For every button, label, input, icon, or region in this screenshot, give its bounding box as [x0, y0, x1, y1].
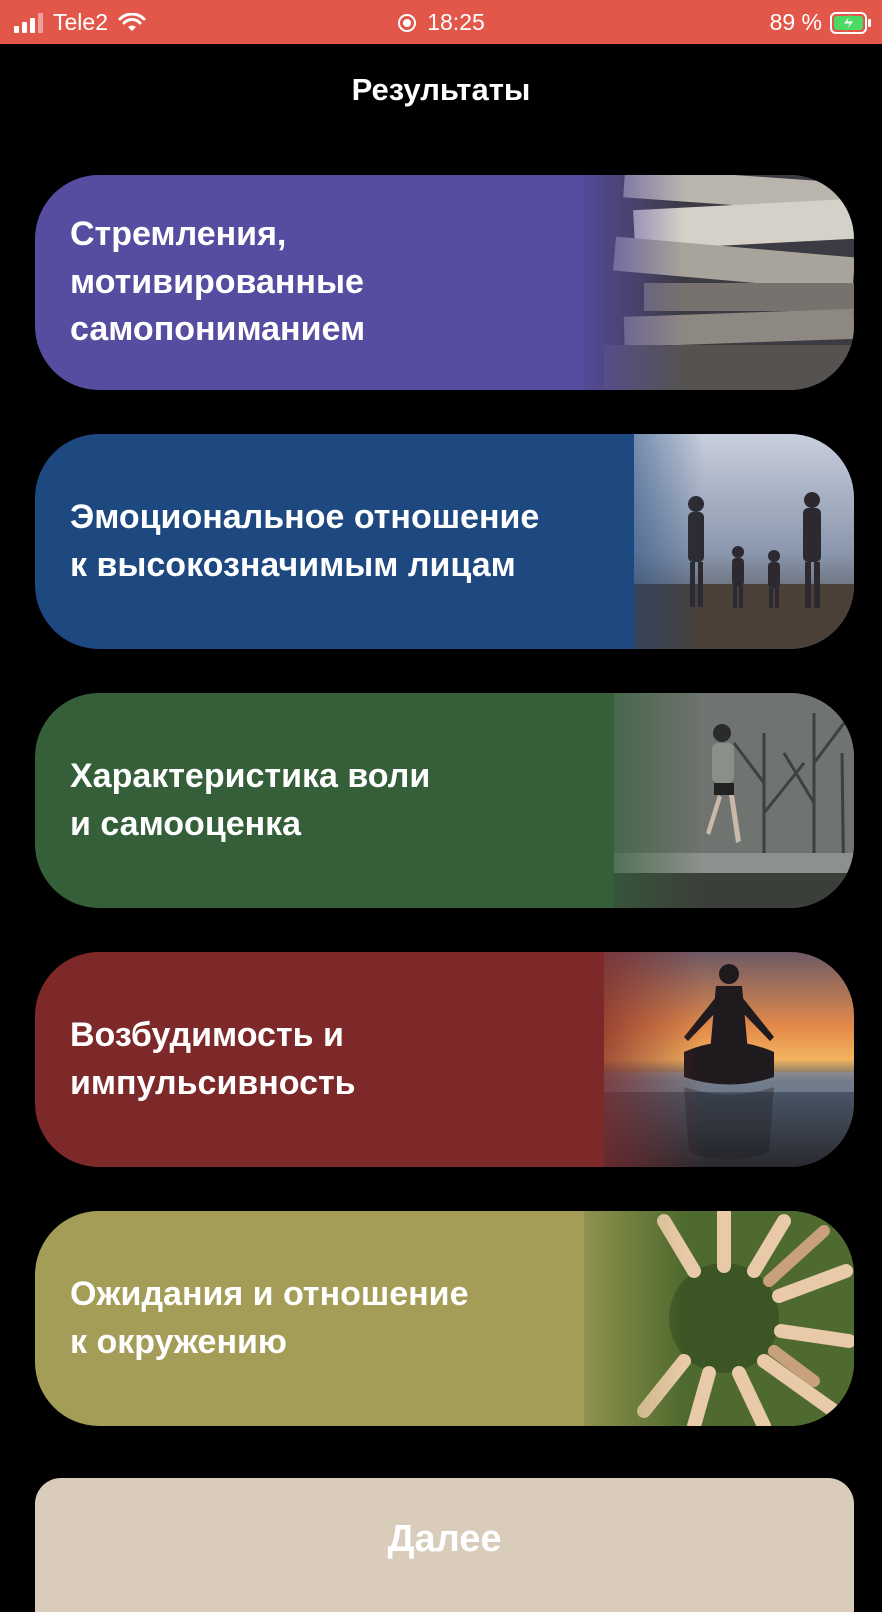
status-bar: Tele2 18:25 89 % — [0, 0, 882, 44]
result-card-emotional-relations[interactable]: Эмоциональное отношение к высокозначимым… — [35, 434, 854, 649]
result-card-expectations[interactable]: Ожидания и отношение к окружению — [35, 1211, 854, 1426]
card-label: Характеристика воли и самооценка — [70, 756, 431, 843]
card-label: Стремления, мотивированные самопонимание… — [70, 215, 366, 349]
result-card-aspirations[interactable]: Стремления, мотивированные самопонимание… — [35, 175, 854, 390]
clock: 18:25 — [427, 9, 485, 35]
next-button[interactable]: Далее — [35, 1478, 854, 1612]
battery-percent: 89 % — [769, 9, 822, 35]
card-label: Эмоциональное отношение к высокозначимым… — [70, 497, 540, 584]
page-title: Результаты — [351, 72, 531, 107]
result-card-will-self-esteem[interactable]: Характеристика воли и самооценка — [35, 693, 854, 908]
result-card-excitability[interactable]: Возбудимость и импульсивность — [35, 952, 854, 1167]
card-label: Возбудимость и импульсивность — [70, 1015, 356, 1102]
card-label: Ожидания и отношение к окружению — [70, 1274, 469, 1361]
recording-icon — [398, 13, 417, 32]
battery-charging-icon — [830, 11, 871, 34]
